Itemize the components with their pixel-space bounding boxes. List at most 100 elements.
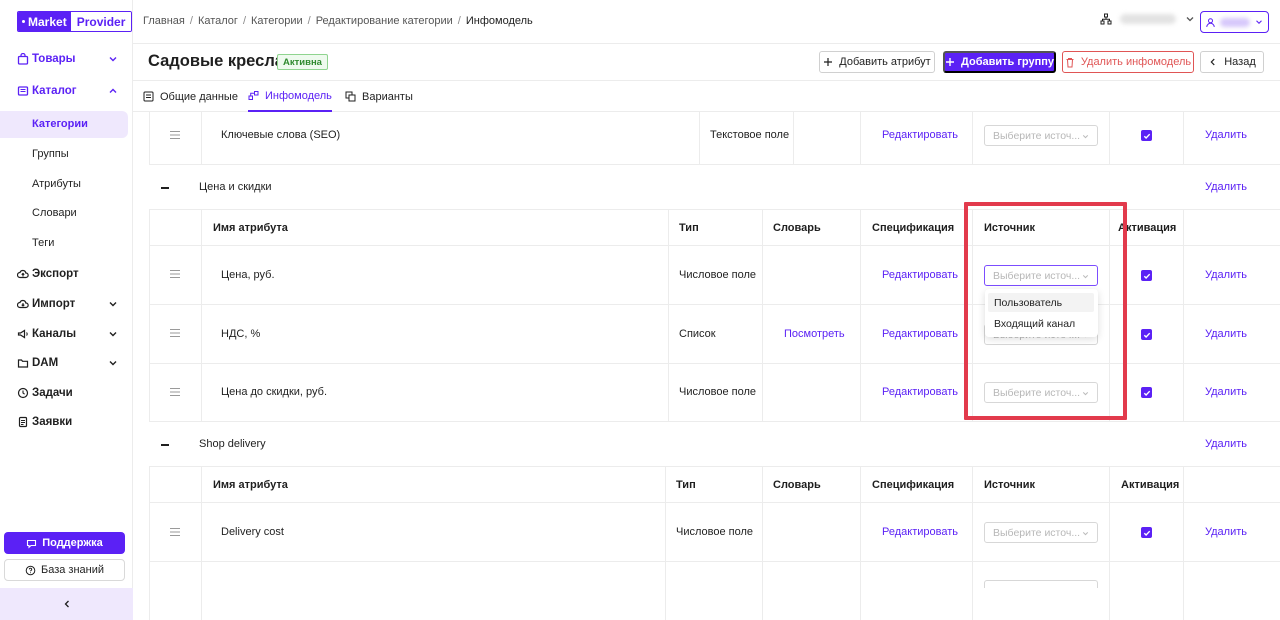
user-icon [1205,17,1216,28]
back-label: Назад [1224,56,1256,68]
source-select[interactable]: Выберите источ... [984,522,1098,543]
delete-infomodel-button[interactable]: Удалить инфомодель [1062,51,1194,73]
delete-group-link[interactable]: Удалить [1205,181,1247,193]
table-border [149,112,150,164]
table-border [972,112,973,164]
sidebar-item-channels[interactable]: Каналы [0,320,133,348]
add-attribute-button[interactable]: Добавить атрибут [819,51,935,73]
sidebar-item-label: Импорт [32,298,76,310]
breadcrumb-item[interactable]: Каталог [198,15,238,27]
collapse-group-icon[interactable] [161,444,169,446]
support-button[interactable]: Поддержка [4,532,125,554]
sidebar-item-catalog[interactable]: Каталог [0,77,133,105]
chevron-down-icon[interactable] [107,328,119,340]
tab-general[interactable]: Общие данные [143,81,238,112]
tab-label: Инфомодель [265,89,332,102]
sidebar-sub-attributes[interactable]: Атрибуты [0,171,128,198]
column-header-spec: Спецификация [872,479,955,491]
organization-switcher[interactable] [1100,13,1196,25]
delete-attribute-link[interactable]: Удалить [1205,386,1247,398]
table-border [149,209,150,421]
edit-spec-link[interactable]: Редактировать [882,129,958,141]
chevron-down-icon[interactable] [107,53,119,65]
trash-icon [1065,57,1075,68]
user-menu-button[interactable] [1200,11,1269,33]
delete-attribute-link[interactable]: Удалить [1205,269,1247,281]
edit-spec-link[interactable]: Редактировать [882,328,958,340]
edit-spec-link[interactable]: Редактировать [882,269,958,281]
sidebar-item-export[interactable]: Экспорт [0,260,133,288]
drag-handle-icon[interactable] [169,527,181,537]
chevron-up-icon[interactable] [107,85,119,97]
sidebar-item-tasks[interactable]: Задачи [0,379,133,407]
delete-attribute-link[interactable]: Удалить [1205,526,1247,538]
organization-name-blurred [1120,14,1176,24]
knowledge-base-button[interactable]: База знаний [4,559,125,581]
plus-icon [945,57,955,67]
back-button[interactable]: Назад [1200,51,1264,73]
table-border [762,466,763,620]
chevron-down-icon [1254,17,1264,27]
chevron-down-icon[interactable] [107,298,119,310]
breadcrumb-item[interactable]: Главная [143,15,185,27]
column-header-source: Источник [984,479,1036,491]
activation-checkbox[interactable] [1141,329,1152,340]
tab-infomodel[interactable]: Инфомодель [248,81,332,112]
sidebar-sub-tags[interactable]: Теги [0,230,128,257]
edit-spec-link[interactable]: Редактировать [882,386,958,398]
delete-attribute-link[interactable]: Удалить [1205,129,1247,141]
source-placeholder: Выберите источ... [993,526,1081,539]
drag-handle-icon[interactable] [169,328,181,338]
source-select[interactable]: Выберите источ... [984,125,1098,146]
sidebar-item-import[interactable]: Импорт [0,290,133,318]
breadcrumb-separator: / [242,15,246,27]
table-border [1183,209,1184,421]
sidebar-item-products[interactable]: Товары [0,45,133,73]
chevron-down-icon[interactable] [107,357,119,369]
sidebar-sub-categories[interactable]: Категории [0,111,128,138]
sidebar-sub-label: Атрибуты [32,178,81,190]
sidebar-item-label: Задачи [32,387,73,399]
hierarchy-icon [1100,13,1112,25]
help-icon [25,565,36,576]
app-root: Market Provider Товары Каталог Категории… [0,0,1280,620]
group-title: Shop delivery [199,438,266,450]
sidebar-sub-groups[interactable]: Группы [0,141,128,168]
drag-handle-icon[interactable] [169,387,181,397]
tab-variants[interactable]: Варианты [345,81,413,112]
export-icon [16,267,30,281]
add-group-button[interactable]: Добавить группу [943,51,1056,73]
user-name-blurred [1220,17,1250,27]
table-border [149,502,1280,503]
logo[interactable]: Market Provider [17,11,133,32]
chevron-down-icon [1184,13,1196,25]
sidebar-item-dam[interactable]: DAM [0,349,133,377]
breadcrumb-item[interactable]: Категории [251,15,303,27]
column-header-dictionary: Словарь [773,479,821,491]
sidebar-sub-label: Группы [32,148,69,160]
table-border [860,466,861,620]
sidebar-sub-dictionaries[interactable]: Словари [0,200,128,227]
edit-spec-link[interactable]: Редактировать [882,526,958,538]
collapse-sidebar-button[interactable] [0,588,133,620]
bag-icon [16,52,30,66]
attribute-name: Цена до скидки, руб. [221,386,328,398]
delete-group-link[interactable]: Удалить [1205,438,1247,450]
delete-attribute-link[interactable]: Удалить [1205,328,1247,340]
activation-checkbox[interactable] [1141,527,1152,538]
drag-handle-icon[interactable] [169,269,181,279]
source-select-partial[interactable] [984,580,1098,588]
table-border [149,561,1280,562]
activation-checkbox[interactable] [1141,387,1152,398]
sidebar-item-requests[interactable]: Заявки [0,408,133,436]
table-border [1183,466,1184,620]
collapse-group-icon[interactable] [161,187,169,189]
status-badge: Активна [277,54,328,70]
chevron-left-icon [1208,57,1218,67]
drag-handle-icon[interactable] [169,130,181,140]
breadcrumb-item[interactable]: Редактирование категории [316,15,453,27]
activation-checkbox[interactable] [1141,130,1152,141]
activation-checkbox[interactable] [1141,270,1152,281]
table-border [665,466,666,620]
view-dictionary-link[interactable]: Посмотреть [784,328,845,340]
